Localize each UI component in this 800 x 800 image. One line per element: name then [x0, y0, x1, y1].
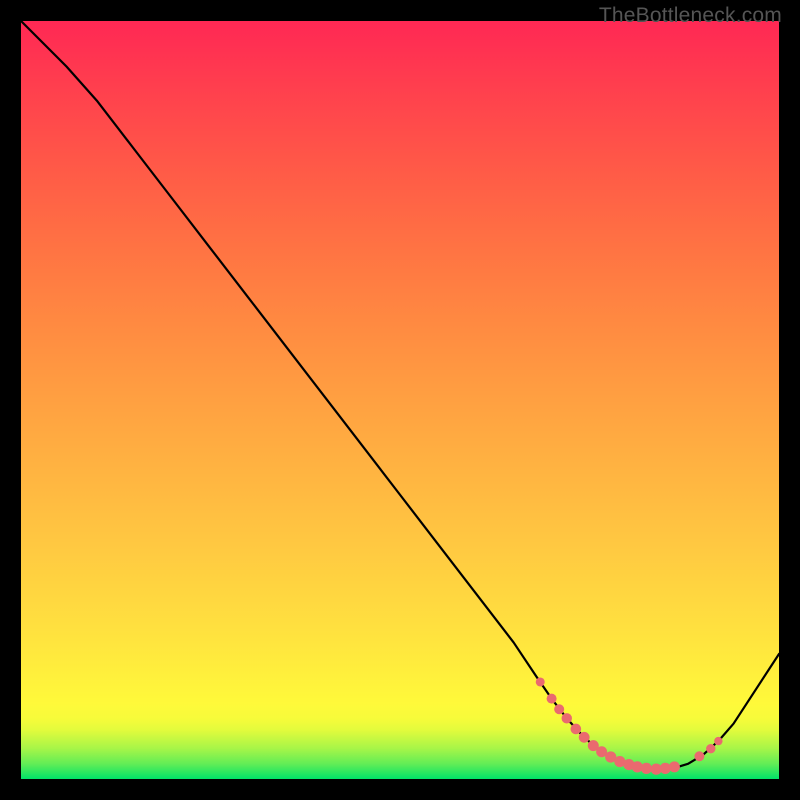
marker-point: [641, 763, 652, 774]
marker-point: [547, 694, 557, 704]
marker-point: [706, 744, 715, 753]
marker-point: [571, 724, 582, 735]
bottleneck-curve: [21, 21, 779, 769]
watermark-text: TheBottleneck.com: [599, 4, 782, 28]
marker-point: [579, 732, 590, 743]
marker-point: [562, 713, 572, 723]
chart-plot-area: [21, 21, 779, 779]
marker-point: [694, 751, 704, 761]
marker-point: [714, 737, 722, 745]
marker-point: [536, 677, 545, 686]
marker-point: [554, 704, 564, 714]
chart-overlay: [21, 21, 779, 779]
marker-point: [669, 761, 680, 772]
